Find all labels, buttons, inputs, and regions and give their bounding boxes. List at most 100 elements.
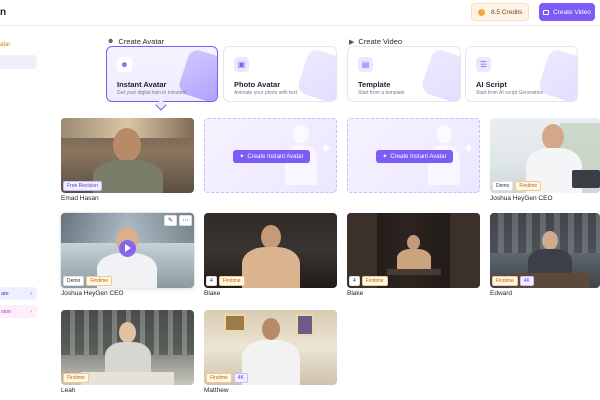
script-icon: ☰ <box>476 57 491 72</box>
count-badge: 4 <box>349 276 360 286</box>
play-button[interactable] <box>119 240 136 257</box>
chevron-right-icon: › <box>30 290 32 297</box>
tile-badges: Demo Firstime <box>63 276 113 286</box>
card-subtitle: Animate your photo with text <box>234 90 298 96</box>
avatar-figure <box>113 128 141 162</box>
firstime-badge: Firstime <box>206 373 232 383</box>
create-instant-avatar-placeholder[interactable]: ✦ ✦ Create Instant Avatar <box>204 118 337 193</box>
avatar-tile[interactable]: Free Revision <box>61 118 194 193</box>
tile-badges: 4 Firstime <box>206 276 245 286</box>
avatar-name: Edward <box>490 290 513 297</box>
ai-script-card[interactable]: ☰ AI Script Start from AI script Generat… <box>465 46 578 102</box>
firstime-badge: Firstime <box>218 276 245 286</box>
button-label: Create Instant Avatar <box>390 153 447 160</box>
template-icon: ▤ <box>358 57 373 72</box>
sidebar-item-label: sion <box>1 308 12 315</box>
avatar-tile[interactable]: Firstime 4K <box>204 310 337 385</box>
sidebar-item-label: ate <box>1 290 9 297</box>
count-badge: 4 <box>206 276 217 286</box>
sparkle-icon: ✦ <box>319 141 333 158</box>
card-title: AI Script <box>476 80 507 89</box>
avatar-name: Blake <box>204 290 221 297</box>
avatar-figure <box>261 225 281 249</box>
avatar-tile[interactable]: Demo Firstime <box>490 118 600 193</box>
tile-badges: Firstime <box>63 373 89 383</box>
sidebar-active-item[interactable] <box>0 55 37 69</box>
template-card[interactable]: ▤ Template Start from a template <box>347 46 461 102</box>
create-video-heading: ▶ Create Video <box>349 37 402 46</box>
avatar-name: Matthew <box>204 387 229 394</box>
photo-avatar-card[interactable]: ▣ Photo Avatar Animate your photo with t… <box>223 46 337 102</box>
sparkle-icon: ✦ <box>382 154 388 160</box>
more-icon[interactable]: ⋯ <box>179 215 192 226</box>
avatar-name: Emad Hasan <box>61 195 99 202</box>
card-title: Instant Avatar <box>117 80 167 89</box>
credits-badge[interactable]: 8.5 Credits <box>471 3 529 21</box>
tile-badges: Firstime 4K <box>492 276 534 286</box>
sparkle-icon: ✦ <box>239 154 245 160</box>
firstime-badge: Firstime <box>63 373 89 383</box>
4k-badge: 4K <box>233 373 248 383</box>
avatar-tile[interactable]: ✎ ⋯ Demo Firstime <box>61 213 194 288</box>
sidebar: atar ate › sion › <box>0 26 42 400</box>
free-revision-badge: Free Revision <box>63 181 102 191</box>
sidebar-item-vision[interactable]: sion › <box>0 305 37 318</box>
4k-badge: 4K <box>519 276 534 286</box>
create-avatar-heading: ☻ Create Avatar <box>107 37 164 46</box>
card-title: Photo Avatar <box>234 80 281 89</box>
avatar-tile[interactable]: 4 Firstime <box>204 213 337 288</box>
sparkle-icon: ✦ <box>462 141 476 158</box>
photo-icon: ▣ <box>234 57 249 72</box>
firstime-badge: Firstime <box>492 276 518 286</box>
firstime-badge: Firstime <box>515 181 542 191</box>
avatar-name: Joshua HeyGen CEO <box>61 290 124 297</box>
create-avatar-title: Create Avatar <box>118 37 165 46</box>
avatar-name: Blake <box>347 290 364 297</box>
card-subtitle: Start from AI script Generation <box>476 90 544 96</box>
avatar-figure <box>542 124 564 150</box>
avatar-name: Joshua HeyGen CEO <box>490 195 553 202</box>
button-label: Create Instant Avatar <box>247 153 304 160</box>
sidebar-partial-label: atar <box>0 42 11 48</box>
tile-badges: Firstime 4K <box>206 373 248 383</box>
tile-actions: ✎ ⋯ <box>164 215 192 226</box>
avatar-tile[interactable]: Firstime <box>61 310 194 385</box>
firstime-badge: Firstime <box>86 276 113 286</box>
demo-badge: Demo <box>63 276 85 286</box>
card-decoration <box>419 47 460 101</box>
brand-logo[interactable]: n <box>0 7 6 18</box>
card-subtitle: Start from a template <box>358 90 405 96</box>
card-title: Template <box>358 80 391 89</box>
demo-badge: Demo <box>492 181 514 191</box>
person-plus-icon: ☻ <box>117 57 132 72</box>
card-decoration <box>295 47 336 101</box>
create-instant-avatar-placeholder[interactable]: ✦ ✦ Create Instant Avatar <box>347 118 480 193</box>
chevron-right-icon: › <box>30 308 32 315</box>
avatar-figure <box>262 318 280 340</box>
avatar-tile[interactable]: Firstime 4K <box>490 213 600 288</box>
video-icon <box>543 9 550 15</box>
create-video-title: Create Video <box>358 37 403 46</box>
avatar-name: Leah <box>61 387 76 394</box>
avatar-figure <box>119 322 136 343</box>
create-video-button[interactable]: Create Video <box>539 3 595 21</box>
tile-badges: 4 Firstime <box>349 276 388 286</box>
card-subtitle: Get your digital twin in minutes! <box>117 90 187 96</box>
person-plus-icon: ☻ <box>107 38 115 45</box>
create-instant-avatar-button[interactable]: ✦ Create Instant Avatar <box>376 150 453 163</box>
avatar-figure <box>542 231 558 250</box>
firstime-badge: Firstime <box>361 276 388 286</box>
avatar-figure <box>407 235 420 250</box>
video-icon: ▶ <box>349 38 355 46</box>
create-instant-avatar-button[interactable]: ✦ Create Instant Avatar <box>233 150 310 163</box>
tile-badges: Demo Firstime <box>492 181 542 191</box>
sidebar-item-create[interactable]: ate › <box>0 287 37 300</box>
credits-label: 8.5 Credits <box>491 8 523 16</box>
avatar-tile[interactable]: 4 Firstime <box>347 213 480 288</box>
top-bar: n 8.5 Credits Create Video <box>0 0 600 26</box>
coin-icon <box>478 8 485 16</box>
tile-badges: Free Revision <box>63 181 102 191</box>
edit-icon[interactable]: ✎ <box>164 215 177 226</box>
instant-avatar-card[interactable]: ☻ Instant Avatar Get your digital twin i… <box>106 46 218 102</box>
create-video-label: Create Video <box>553 8 591 16</box>
